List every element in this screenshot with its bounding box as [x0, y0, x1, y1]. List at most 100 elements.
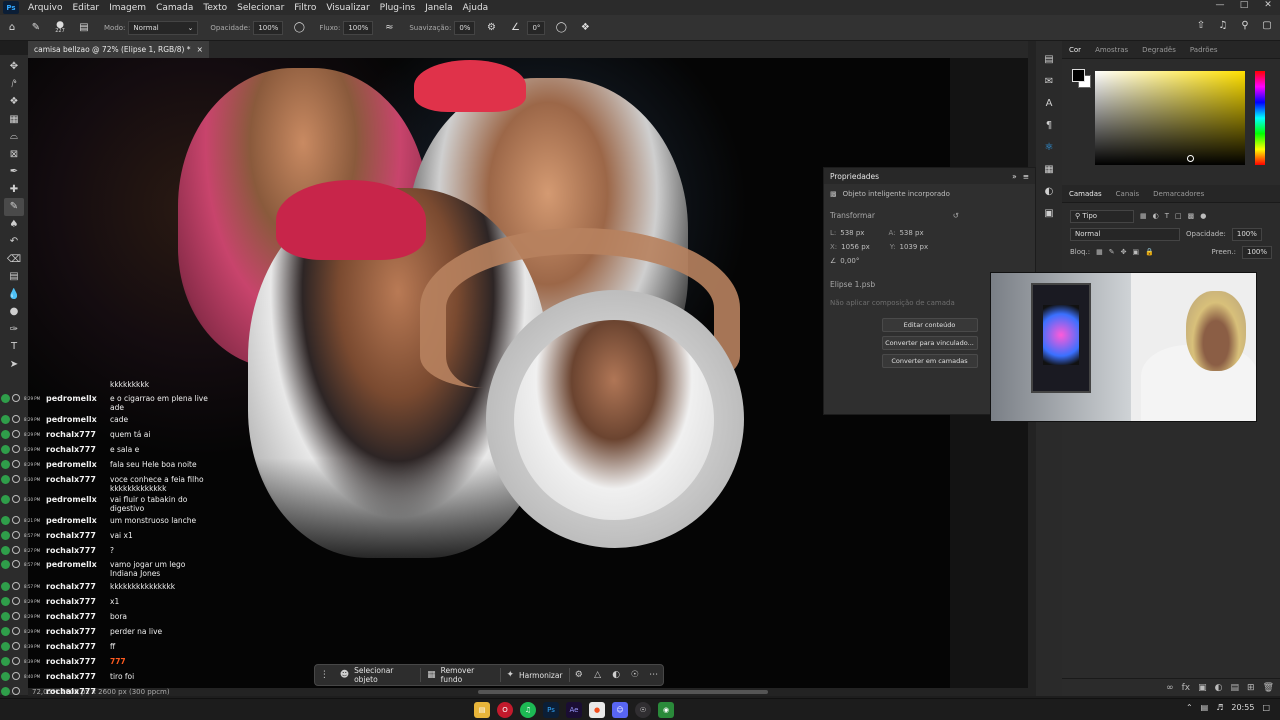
- lasso-tool-icon[interactable]: ❖: [4, 93, 24, 111]
- transform-icon[interactable]: △: [588, 670, 607, 680]
- more-icon[interactable]: ⋯: [644, 670, 663, 680]
- photoshop-icon[interactable]: Ps: [543, 702, 559, 718]
- menu-editar[interactable]: Editar: [67, 3, 104, 13]
- properties-icon[interactable]: ⚛: [1041, 139, 1057, 155]
- paragraph-icon[interactable]: ¶: [1041, 117, 1057, 133]
- frame-tool-icon[interactable]: ⊠: [4, 146, 24, 164]
- close-icon[interactable]: ×: [197, 45, 203, 54]
- share-icon[interactable]: ⇧: [1194, 20, 1208, 34]
- network-icon[interactable]: ▤: [1201, 703, 1209, 712]
- home-icon[interactable]: ⌂: [4, 20, 20, 36]
- chevron-up-icon[interactable]: ⌃: [1186, 703, 1193, 712]
- adjust-icon[interactable]: ◐: [607, 670, 626, 680]
- menu-selecionar[interactable]: Selecionar: [232, 3, 289, 13]
- workspace-icon[interactable]: ▢: [1260, 20, 1274, 34]
- convert-linked-button[interactable]: Converter para vinculado...: [881, 336, 978, 350]
- filter-pixel-icon[interactable]: ▦: [1140, 212, 1147, 220]
- mask-icon[interactable]: ▣: [1198, 683, 1207, 693]
- explorer-icon[interactable]: ▤: [474, 702, 490, 718]
- flow-field[interactable]: 100%: [343, 20, 374, 35]
- lock-all-icon[interactable]: 🔒: [1145, 248, 1154, 256]
- remove-bg-button[interactable]: ▦ Remover fundo: [421, 665, 499, 685]
- blend-mode-dropdown[interactable]: Normal: [1070, 227, 1180, 241]
- color-picker-cursor[interactable]: [1187, 155, 1194, 162]
- dodge-tool-icon[interactable]: ●: [4, 303, 24, 321]
- fill-field[interactable]: 100%: [1241, 245, 1272, 259]
- reset-icon[interactable]: ↺: [953, 211, 959, 220]
- notification-icon[interactable]: □: [1262, 703, 1270, 712]
- maximize-icon[interactable]: □: [1232, 0, 1256, 15]
- object-select-tool-icon[interactable]: ▦: [4, 111, 24, 129]
- menu-camada[interactable]: Camada: [151, 3, 198, 13]
- link-icon[interactable]: ∞: [1166, 683, 1174, 693]
- healing-tool-icon[interactable]: ✚: [4, 181, 24, 199]
- mode-dropdown[interactable]: Normal ⌄: [128, 20, 199, 35]
- pressure-size-icon[interactable]: ◯: [553, 20, 569, 36]
- clock[interactable]: 20:55: [1231, 703, 1254, 712]
- menu-arquivo[interactable]: Arquivo: [23, 3, 67, 13]
- brush-tool-icon[interactable]: ✎: [4, 198, 24, 216]
- path-select-tool-icon[interactable]: ➤: [4, 356, 24, 374]
- history-icon[interactable]: ▤: [1041, 51, 1057, 67]
- filter-smart-icon[interactable]: ▩: [1188, 212, 1195, 220]
- bell-icon[interactable]: ♫: [1216, 20, 1230, 34]
- smoothing-field[interactable]: 0%: [454, 20, 476, 35]
- layer-comp-dropdown[interactable]: Não aplicar composição de camada: [830, 299, 955, 307]
- airbrush-icon[interactable]: ≈: [381, 20, 397, 36]
- libraries-icon[interactable]: ▦: [1041, 161, 1057, 177]
- stamp-tool-icon[interactable]: ♠: [4, 216, 24, 234]
- discord-icon[interactable]: ☺: [612, 702, 628, 718]
- menu-plugins[interactable]: Plug-ins: [375, 3, 421, 13]
- brush-tool-icon[interactable]: ✎: [28, 20, 44, 36]
- x-field[interactable]: 1056 px: [841, 243, 870, 251]
- opera-icon[interactable]: O: [497, 702, 513, 718]
- menu-filtro[interactable]: Filtro: [289, 3, 321, 13]
- blur-tool-icon[interactable]: 💧: [4, 286, 24, 304]
- tab-camadas[interactable]: Camadas: [1062, 190, 1109, 198]
- figma-icon[interactable]: ●: [589, 702, 605, 718]
- tab-demarcadores[interactable]: Demarcadores: [1146, 190, 1211, 198]
- symmetry-icon[interactable]: ❖: [577, 20, 593, 36]
- convert-layers-button[interactable]: Converter em camadas: [881, 354, 978, 368]
- tab-cor[interactable]: Cor: [1062, 46, 1088, 54]
- height-field[interactable]: 538 px: [899, 229, 923, 237]
- menu-janela[interactable]: Janela: [420, 3, 457, 13]
- lock-artboard-icon[interactable]: ▣: [1132, 248, 1139, 256]
- settings-icon[interactable]: ⚙: [569, 670, 588, 680]
- toggle-icon[interactable]: ☉: [626, 670, 645, 680]
- search-icon[interactable]: ⚲: [1238, 20, 1252, 34]
- new-layer-icon[interactable]: ⊞: [1247, 683, 1255, 693]
- gear-icon[interactable]: ⚙: [483, 20, 499, 36]
- character-icon[interactable]: A: [1041, 95, 1057, 111]
- folder-icon[interactable]: ▤: [1231, 683, 1240, 693]
- minimize-icon[interactable]: —: [1208, 0, 1232, 15]
- gradient-tool-icon[interactable]: ▤: [4, 268, 24, 286]
- layer-opacity-field[interactable]: 100%: [1231, 227, 1262, 241]
- close-icon[interactable]: ✕: [1256, 0, 1280, 15]
- tab-padroes[interactable]: Padrões: [1183, 46, 1225, 54]
- drag-handle-icon[interactable]: ⋮: [315, 670, 334, 680]
- lock-paint-icon[interactable]: ✎: [1109, 248, 1115, 256]
- volume-icon[interactable]: ♬: [1216, 703, 1223, 712]
- trash-icon[interactable]: 🗑: [1263, 683, 1274, 693]
- learn-icon[interactable]: ▣: [1041, 205, 1057, 221]
- history-brush-icon[interactable]: ↶: [4, 233, 24, 251]
- chrome-icon[interactable]: ◉: [658, 702, 674, 718]
- menu-ajuda[interactable]: Ajuda: [458, 3, 494, 13]
- adjustment-layer-icon[interactable]: ◐: [1215, 683, 1223, 693]
- pressure-opacity-icon[interactable]: ◯: [291, 20, 307, 36]
- spotify-icon[interactable]: ♫: [520, 702, 536, 718]
- menu-icon[interactable]: ≡: [1023, 172, 1029, 181]
- menu-imagem[interactable]: Imagem: [104, 3, 151, 13]
- collapse-icon[interactable]: »: [1012, 172, 1017, 181]
- layer-filter-dropdown[interactable]: ⚲ Tipo: [1070, 209, 1134, 223]
- tab-canais[interactable]: Canais: [1109, 190, 1147, 198]
- brush-settings-icon[interactable]: ▤: [76, 20, 92, 36]
- filter-adjust-icon[interactable]: ◐: [1153, 212, 1159, 220]
- menu-texto[interactable]: Texto: [198, 3, 232, 13]
- tab-amostras[interactable]: Amostras: [1088, 46, 1135, 54]
- obs-icon[interactable]: ☉: [635, 702, 651, 718]
- crop-tool-icon[interactable]: ⌓: [4, 128, 24, 146]
- width-field[interactable]: 538 px: [840, 229, 864, 237]
- color-picker-field[interactable]: [1095, 71, 1245, 165]
